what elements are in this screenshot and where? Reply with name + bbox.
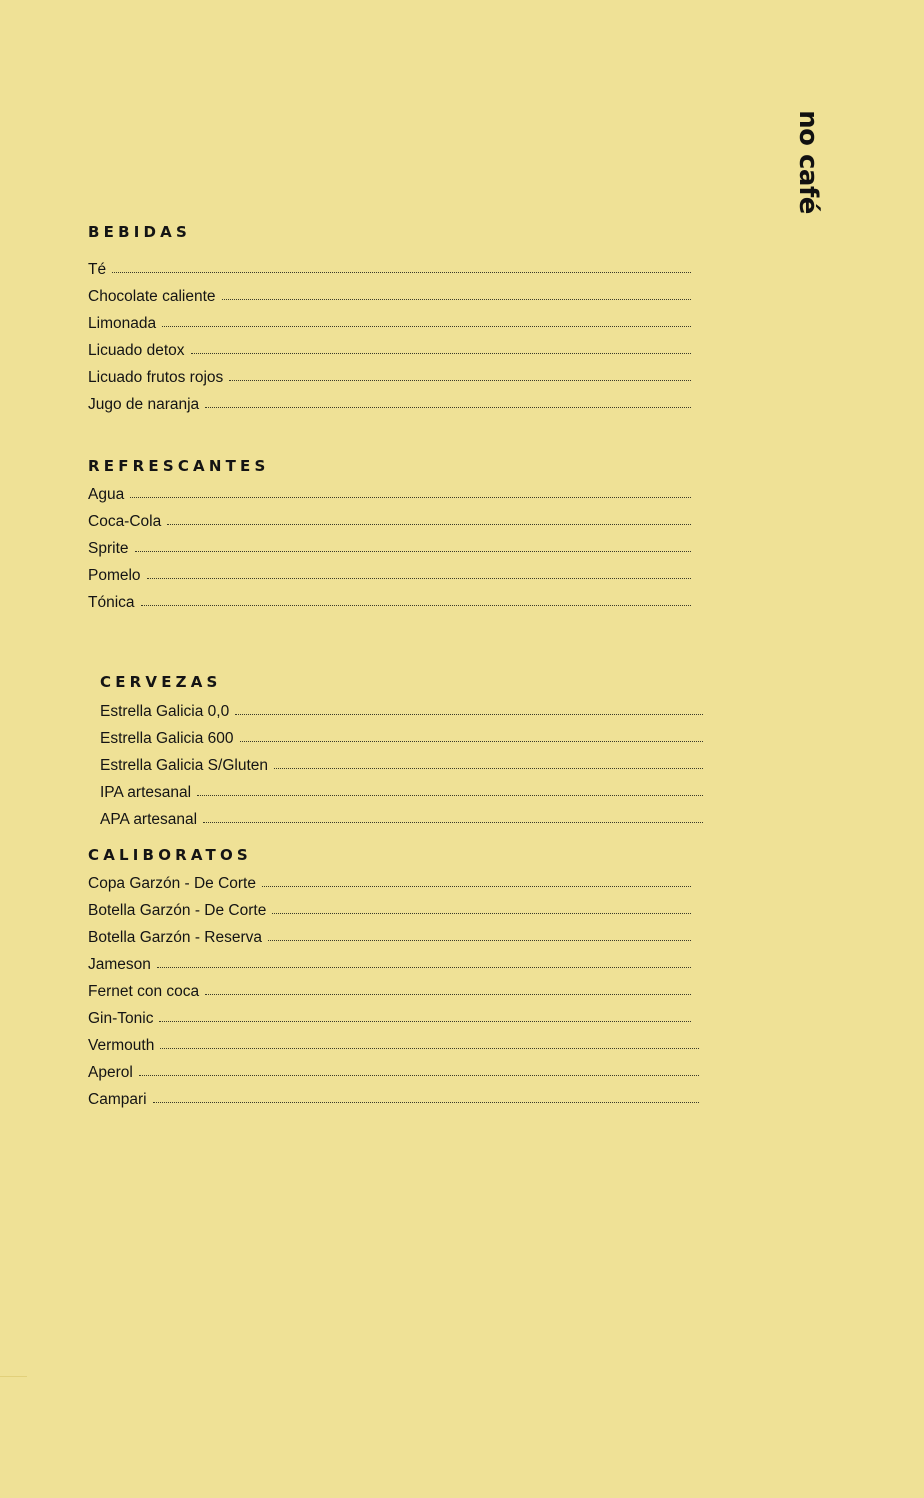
item-name: Botella Garzón - Reserva (88, 929, 263, 946)
section-title: REFRESCANTES (88, 457, 270, 475)
menu-item: Aperol (88, 1064, 699, 1091)
dotted-leader (159, 1021, 691, 1022)
item-list: Estrella Galicia 0,0 Estrella Galicia 60… (100, 703, 703, 838)
dotted-leader (130, 497, 691, 498)
dotted-leader (140, 605, 691, 606)
dotted-leader (156, 967, 691, 968)
item-name: APA artesanal (100, 811, 198, 828)
item-name: IPA artesanal (100, 784, 192, 801)
edge-divider (0, 1376, 27, 1377)
item-name: Campari (88, 1091, 147, 1108)
menu-item: Fernet con coca (88, 983, 691, 1010)
item-name: Botella Garzón - De Corte (88, 902, 267, 919)
dotted-leader (221, 299, 691, 300)
item-name: Coca-Cola (88, 513, 162, 530)
menu-item: Jugo de naranja (88, 396, 691, 423)
dotted-leader (205, 994, 691, 995)
item-name: Copa Garzón - De Corte (88, 875, 256, 892)
menu-item: Botella Garzón - De Corte (88, 902, 691, 929)
menu-item: Vermouth (88, 1037, 699, 1064)
menu-item: Tónica (88, 594, 691, 621)
item-name: Agua (88, 486, 125, 503)
menu-item: Té (88, 261, 691, 288)
menu-item: Gin-Tonic (88, 1010, 691, 1037)
menu-item: Estrella Galicia S/Gluten (100, 757, 703, 784)
dotted-leader (268, 940, 691, 941)
item-list: Agua Coca-Cola Sprite Pomelo Tónica (88, 486, 691, 621)
item-list: Copa Garzón - De Corte Botella Garzón - … (88, 875, 691, 1037)
menu-item: Limonada (88, 315, 691, 342)
brand-logo: no café (793, 110, 823, 214)
dotted-leader (190, 353, 691, 354)
item-name: Aperol (88, 1064, 133, 1081)
item-name: Gin-Tonic (88, 1010, 154, 1027)
dotted-leader (152, 1102, 699, 1103)
dotted-leader (112, 272, 691, 273)
item-name: Jugo de naranja (88, 396, 200, 413)
dotted-leader (229, 380, 691, 381)
menu-item: Coca-Cola (88, 513, 691, 540)
dotted-leader (235, 714, 703, 715)
item-name: Té (88, 261, 107, 278)
dotted-leader (146, 578, 691, 579)
item-name: Chocolate caliente (88, 288, 216, 305)
menu-item: Botella Garzón - Reserva (88, 929, 691, 956)
item-name: Sprite (88, 540, 129, 557)
item-list: Vermouth Aperol Campari (88, 1037, 699, 1118)
dotted-leader (138, 1075, 699, 1076)
menu-item: Licuado detox (88, 342, 691, 369)
item-name: Fernet con coca (88, 983, 200, 1000)
menu-item: Pomelo (88, 567, 691, 594)
section-title: BEBIDAS (88, 223, 191, 241)
menu-item: Jameson (88, 956, 691, 983)
dotted-leader (262, 886, 691, 887)
item-name: Estrella Galicia 600 (100, 730, 234, 747)
menu-item: Agua (88, 486, 691, 513)
menu-item: Chocolate caliente (88, 288, 691, 315)
menu-item: Sprite (88, 540, 691, 567)
dotted-leader (167, 524, 691, 525)
menu-item: Campari (88, 1091, 699, 1118)
item-name: Pomelo (88, 567, 141, 584)
item-name: Licuado frutos rojos (88, 369, 224, 386)
menu-item: Estrella Galicia 600 (100, 730, 703, 757)
dotted-leader (239, 741, 703, 742)
section-title: CERVEZAS (100, 673, 222, 691)
dotted-leader (203, 822, 703, 823)
item-list: Té Chocolate caliente Limonada Licuado d… (88, 261, 691, 423)
menu-item: IPA artesanal (100, 784, 703, 811)
menu-item: APA artesanal (100, 811, 703, 838)
dotted-leader (274, 768, 703, 769)
item-name: Tónica (88, 594, 135, 611)
dotted-leader (272, 913, 691, 914)
dotted-leader (162, 326, 691, 327)
menu-item: Estrella Galicia 0,0 (100, 703, 703, 730)
dotted-leader (134, 551, 691, 552)
menu-item: Licuado frutos rojos (88, 369, 691, 396)
item-name: Limonada (88, 315, 157, 332)
menu-item: Copa Garzón - De Corte (88, 875, 691, 902)
item-name: Estrella Galicia S/Gluten (100, 757, 268, 774)
item-name: Vermouth (88, 1037, 155, 1054)
dotted-leader (205, 407, 691, 408)
item-name: Licuado detox (88, 342, 185, 359)
dotted-leader (160, 1048, 699, 1049)
item-name: Jameson (88, 956, 151, 973)
item-name: Estrella Galicia 0,0 (100, 703, 230, 720)
dotted-leader (197, 795, 703, 796)
section-title: CALIBORATOS (88, 846, 252, 864)
